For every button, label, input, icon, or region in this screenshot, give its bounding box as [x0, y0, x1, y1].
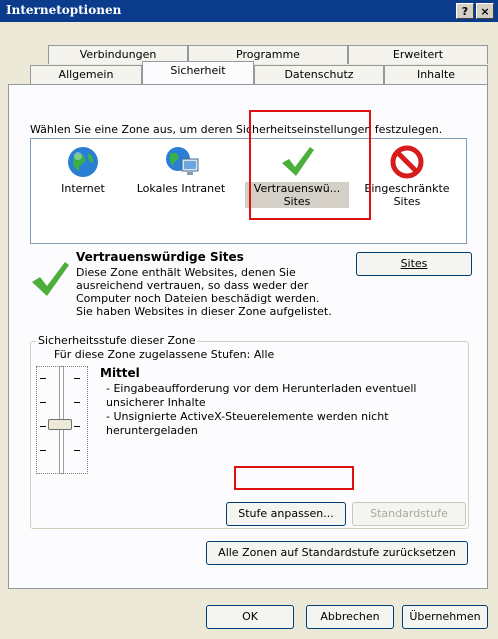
- level-detail: heruntergeladen: [106, 424, 198, 437]
- highlight-box: [234, 466, 354, 490]
- custom-level-button[interactable]: Stufe anpassen...: [226, 502, 346, 526]
- ok-button[interactable]: OK: [206, 605, 294, 629]
- zone-label-line2: Sites: [393, 195, 421, 208]
- apply-button[interactable]: Übernehmen: [402, 605, 488, 629]
- zone-description-line: Sie haben Websites in dieser Zone aufgel…: [76, 305, 332, 318]
- slider-focus: [36, 366, 88, 474]
- checkmark-icon: [32, 262, 69, 296]
- help-button[interactable]: ?: [456, 3, 474, 19]
- sites-button[interactable]: Sites: [356, 252, 472, 276]
- title-bar: Internetoptionen ? ×: [0, 0, 498, 22]
- globe-icon: [68, 147, 98, 177]
- zone-description-line: ausreichend vertrauen, so dass weder der: [76, 279, 309, 292]
- level-detail: - Unsignierte ActiveX-Steuerelemente wer…: [106, 410, 389, 423]
- tab-erweitert[interactable]: Erweitert: [348, 45, 488, 64]
- zone-description-line: Computer noch Dateien beschädigt werden.: [76, 292, 320, 305]
- close-button[interactable]: ×: [476, 3, 494, 19]
- highlight-box: [249, 110, 371, 220]
- reset-all-zones-button[interactable]: Alle Zonen auf Standardstufe zurücksetze…: [206, 541, 468, 565]
- default-level-button[interactable]: Standardstufe: [352, 502, 466, 526]
- security-level-group: [30, 341, 469, 529]
- zone-restricted-sites[interactable]: Eingeschränkte Sites: [357, 145, 457, 208]
- tab-sicherheit[interactable]: Sicherheit: [142, 61, 254, 84]
- zone-label: Lokales Intranet: [136, 182, 226, 195]
- tab-datenschutz[interactable]: Datenschutz: [254, 65, 384, 84]
- group-title: Sicherheitsstufe dieser Zone: [36, 334, 198, 347]
- zone-description-line: Diese Zone enthält Websites, denen Sie: [76, 266, 296, 279]
- level-detail: - Eingabeaufforderung vor dem Herunterla…: [106, 382, 417, 395]
- sites-button-label: Sites: [400, 257, 428, 270]
- prohibited-icon: [390, 145, 424, 179]
- intranet-icon: [166, 147, 199, 175]
- zone-intranet[interactable]: Lokales Intranet: [131, 145, 231, 195]
- window-title: Internetoptionen: [6, 3, 122, 17]
- tab-inhalte[interactable]: Inhalte: [384, 65, 488, 84]
- cancel-button[interactable]: Abbrechen: [306, 605, 394, 629]
- zone-instruction: Wählen Sie eine Zone aus, um deren Siche…: [30, 123, 443, 136]
- zone-internet[interactable]: Internet: [53, 145, 113, 195]
- tab-allgemein[interactable]: Allgemein: [30, 65, 142, 84]
- level-detail: unsicherer Inhalte: [106, 396, 206, 409]
- allowed-levels: Für diese Zone zugelassene Stufen: Alle: [54, 348, 275, 361]
- zone-label: Eingeschränkte: [364, 182, 450, 195]
- zone-label: Internet: [61, 182, 105, 195]
- level-name: Mittel: [100, 366, 140, 380]
- selected-zone-title: Vertrauenswürdige Sites: [76, 250, 244, 264]
